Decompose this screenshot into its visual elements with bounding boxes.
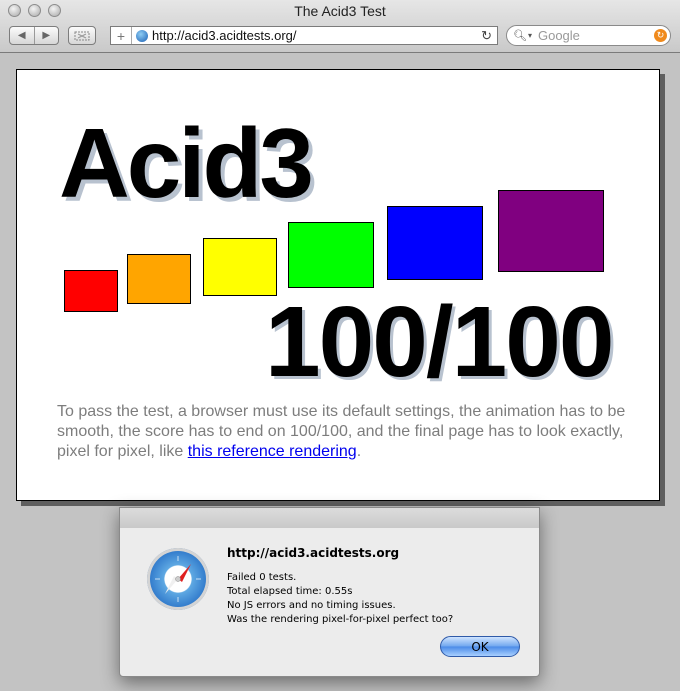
- lime-box: [288, 222, 374, 288]
- snapback-search-icon[interactable]: ↻: [653, 29, 667, 42]
- ok-button[interactable]: OK: [440, 636, 520, 657]
- chevron-down-icon: ▾: [527, 31, 532, 40]
- dialog-line-question: Was the rendering pixel-for-pixel perfec…: [227, 614, 454, 625]
- description-paragraph: To pass the test, a browser must use its…: [57, 402, 657, 462]
- blue-box: [387, 206, 483, 280]
- reload-icon[interactable]: ↻: [481, 28, 497, 44]
- address-bar[interactable]: + http://acid3.acidtests.org/ ↻: [110, 26, 498, 45]
- red-box: [64, 270, 118, 312]
- dialog-title: http://acid3.acidtests.org: [227, 546, 400, 560]
- orange-box: [127, 254, 191, 304]
- globe-icon: [136, 29, 148, 42]
- dialog-line-errors: No JS errors and no timing issues.: [227, 600, 396, 611]
- snapback-button[interactable]: [68, 26, 96, 45]
- browser-window: The Acid3 Test ◀ ▶ + http://acid3.acidte…: [0, 0, 680, 691]
- dialog-line-elapsed: Total elapsed time: 0.55s: [227, 586, 353, 597]
- dialog-header: [120, 508, 539, 528]
- search-input[interactable]: [535, 27, 648, 44]
- description-end: .: [356, 443, 362, 460]
- url-text[interactable]: http://acid3.acidtests.org/: [152, 28, 481, 43]
- page-content: Acid3 100/100 To pass the test, a browse…: [16, 69, 660, 501]
- snapback-icon: [74, 31, 90, 40]
- add-bookmark-button[interactable]: +: [111, 27, 132, 44]
- window-title: The Acid3 Test: [294, 3, 386, 19]
- alert-dialog: http://acid3.acidtests.org Failed 0 test…: [119, 507, 540, 677]
- page-heading: Acid3: [59, 108, 314, 218]
- magnifier-icon: 🔍︎: [513, 30, 527, 42]
- purple-box: [498, 190, 604, 272]
- reference-rendering-link[interactable]: this reference rendering: [188, 443, 357, 460]
- back-button[interactable]: ◀: [10, 27, 34, 44]
- safari-compass-icon: [147, 548, 209, 610]
- score-text: 100/100: [265, 286, 614, 398]
- forward-button[interactable]: ▶: [33, 27, 59, 44]
- compass-needle-icon: [155, 556, 201, 602]
- nav-buttons: ◀ ▶: [9, 26, 59, 45]
- dialog-line-failed: Failed 0 tests.: [227, 572, 297, 583]
- window-chrome: The Acid3 Test ◀ ▶ + http://acid3.acidte…: [0, 0, 680, 53]
- search-field[interactable]: 🔍︎ ▾ ↻: [506, 25, 671, 46]
